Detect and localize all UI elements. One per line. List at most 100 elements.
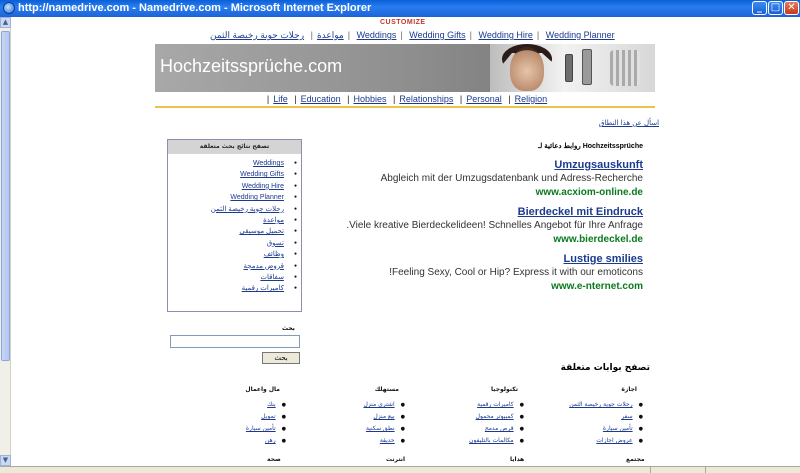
list-item: كاميرات رقمية <box>168 283 287 294</box>
category-education[interactable]: Education <box>301 94 341 104</box>
search-button[interactable]: بحث <box>262 352 300 364</box>
scroll-down-arrow-icon[interactable]: ▼ <box>0 455 11 466</box>
related-link[interactable]: Wedding Hire <box>242 183 284 190</box>
list-item: اشتري منزل <box>297 399 407 411</box>
portal-link[interactable]: سفر <box>621 413 632 420</box>
related-portals-heading: تصفح بوابات متعلقة <box>560 363 650 373</box>
banner-photo <box>490 44 655 92</box>
customize-link[interactable]: CUSTOMIZE <box>380 19 426 26</box>
ad-url-link[interactable]: www.e-nternet.com <box>389 280 643 294</box>
portal-link[interactable]: تمويل <box>261 413 275 420</box>
top-nav-weddings[interactable]: Weddings <box>357 30 397 40</box>
related-link[interactable]: Weddings <box>253 160 284 167</box>
ad-item: Bierdeckel mit Eindruck .Viele kreative … <box>346 205 643 247</box>
ad-title-link[interactable]: Bierdeckel mit Eindruck <box>346 205 643 219</box>
internet-explorer-icon <box>3 2 15 14</box>
top-nav-cheap-flights[interactable]: رحلات جوية رخيصة الثمن <box>210 30 304 40</box>
list-item: تأمين سيارة <box>178 423 288 435</box>
portal-link[interactable]: رحلات جوية رخيصة الثمن <box>569 401 632 408</box>
category-hobbies[interactable]: Hobbies <box>353 94 386 104</box>
list-item: مواعدة <box>168 215 287 226</box>
ad-url-link[interactable]: www.acxiom-online.de <box>381 186 643 200</box>
related-link[interactable]: قروض مدمجة <box>244 263 284 270</box>
category-personal[interactable]: Personal <box>466 94 502 104</box>
list-item: بيع منزل <box>297 411 407 423</box>
list-item: Wedding Hire <box>168 181 287 192</box>
search-label: بحث <box>282 325 295 332</box>
list-item: قروض مدمجة <box>168 261 287 272</box>
list-item: تمويل <box>178 411 288 423</box>
list-item: رحلات جوية رخيصة الثمن <box>168 204 287 215</box>
list-item: حديقة <box>297 435 407 447</box>
portal-column-heading: مجتمع <box>626 456 645 463</box>
related-searches-heading: تصفح نتائج بحث متعلقة <box>168 140 301 154</box>
scroll-thumb[interactable] <box>1 31 10 361</box>
list-item: قرص مدمج <box>416 423 526 435</box>
maximize-button[interactable]: □ <box>768 1 783 15</box>
inquire-domain-link[interactable]: اسأل عن هذا النطاق <box>599 119 659 127</box>
ad-description: .Viele kreative Bierdeckelideen! Schnell… <box>346 220 643 231</box>
related-link[interactable]: سفاقات <box>260 274 284 281</box>
phone-icon <box>582 49 592 85</box>
close-button[interactable]: ✕ <box>784 1 799 15</box>
top-nav-dating[interactable]: مواعدة <box>317 30 344 40</box>
portal-link[interactable]: اشتري منزل <box>364 401 395 408</box>
list-item: سفر <box>535 411 645 423</box>
portal-link[interactable]: تأمين سيارة <box>246 425 276 432</box>
portal-link[interactable]: بيع منزل <box>373 413 394 420</box>
portal-link[interactable]: قرص مدمج <box>485 425 514 432</box>
list-item: رحلات جوية رخيصة الثمن <box>535 399 645 411</box>
portal-column-heading: مال واعمال <box>245 386 280 393</box>
category-religion[interactable]: Religion <box>515 94 548 104</box>
portal-link[interactable]: حديقة <box>380 437 395 444</box>
ad-url-link[interactable]: www.bierdeckel.de <box>346 233 643 247</box>
portal-link[interactable]: رهن <box>265 437 276 444</box>
title-bar: http://namedrive.com - Namedrive.com - M… <box>0 0 800 17</box>
portal-link[interactable]: تأمين سيارة <box>603 425 633 432</box>
category-navigation: | Life | Education | Hobbies | Relationships… <box>155 92 655 108</box>
related-link[interactable]: Wedding Gifts <box>240 171 284 178</box>
portal-link[interactable]: نطق سكنية <box>366 425 395 432</box>
vertical-scrollbar[interactable]: ▲ ▼ <box>0 17 11 466</box>
portal-column-heading: اجازة <box>621 386 637 393</box>
portal-link[interactable]: كاميرات رقمية <box>477 401 514 408</box>
list-item: Weddings <box>168 158 287 169</box>
related-link[interactable]: تسوق <box>267 240 284 247</box>
status-bar-panel <box>650 466 700 473</box>
related-link[interactable]: رحلات جوية رخيصة الثمن <box>211 206 284 213</box>
portal-column-heading: صحة <box>267 456 281 463</box>
ad-title-link[interactable]: Lustige smilies <box>389 252 643 266</box>
list-item: تحميل موسيقى <box>168 226 287 237</box>
portal-link[interactable]: كمبيوتر محمول <box>476 413 514 420</box>
ad-item: Umzugsauskunft Abgleich mit der Umzugsda… <box>381 158 643 200</box>
related-link[interactable]: تحميل موسيقى <box>239 228 284 235</box>
related-searches-list: Weddings Wedding Gifts Wedding Hire Wedd… <box>168 154 301 295</box>
woman-photo-icon <box>510 47 544 91</box>
category-relationships[interactable]: Relationships <box>399 94 453 104</box>
top-nav-wedding-planner[interactable]: Wedding Planner <box>546 30 615 40</box>
ad-description: Abgleich mit der Umzugsdatenbank und Adr… <box>380 173 643 184</box>
portal-link[interactable]: عروض اجازات <box>596 437 632 444</box>
portal-column: اجازة رحلات جوية رخيصة الثمن سفر تأمين س… <box>535 384 645 447</box>
minimize-button[interactable]: _ <box>752 1 767 15</box>
scroll-up-arrow-icon[interactable]: ▲ <box>0 17 11 28</box>
portal-link[interactable]: بنك <box>267 401 276 408</box>
top-nav-wedding-hire[interactable]: Wedding Hire <box>479 30 533 40</box>
ad-title-link[interactable]: Umzugsauskunft <box>381 158 643 172</box>
list-item: بنك <box>178 399 288 411</box>
list-item: رهن <box>178 435 288 447</box>
portal-column-heading: هدايا <box>510 456 525 463</box>
portal-column: مال واعمال بنك تمويل تأمين سيارة رهن <box>178 384 288 447</box>
related-link[interactable]: مواعدة <box>263 217 284 224</box>
related-link[interactable]: وظائف <box>264 251 284 258</box>
site-title: Hochzeitssprüche.com <box>160 56 343 76</box>
top-nav-wedding-gifts[interactable]: Wedding Gifts <box>409 30 465 40</box>
related-link[interactable]: كاميرات رقمية <box>242 285 284 292</box>
phone-icon <box>565 54 573 82</box>
sponsored-links-heading: روابط دعائية لـ Hochzeitssprüche <box>538 143 643 150</box>
category-life[interactable]: Life <box>273 94 288 104</box>
portal-link[interactable]: مكالمات بالتليفون <box>469 437 514 444</box>
watch-icon <box>610 50 640 86</box>
search-input[interactable] <box>170 335 300 348</box>
related-link[interactable]: Wedding Planner <box>230 194 284 201</box>
